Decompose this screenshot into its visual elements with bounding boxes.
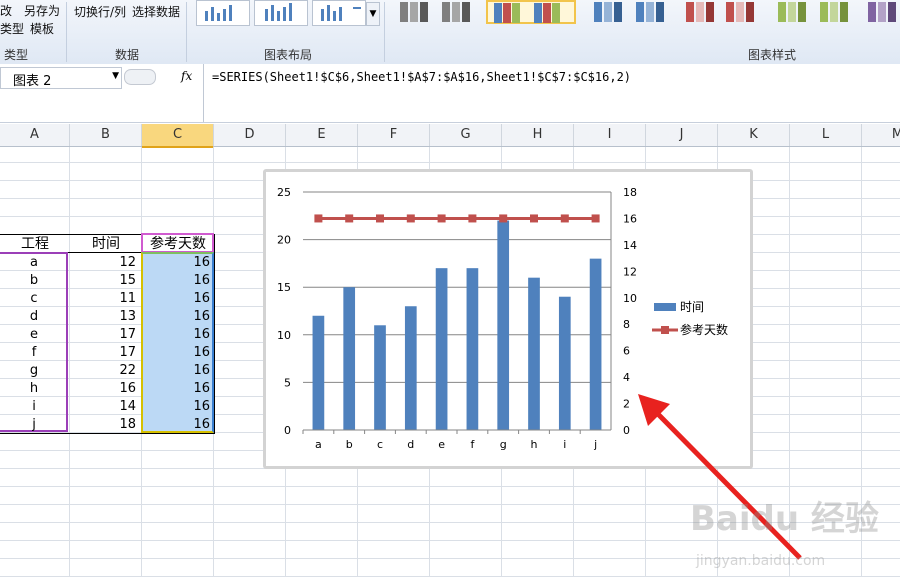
watermark-subtext: jingyan.baidu.com bbox=[695, 553, 825, 569]
watermark-text: Baidu 经验 bbox=[690, 499, 879, 539]
baidu-watermark: Baidu 经验 jingyan.baidu.com bbox=[690, 499, 879, 569]
overlay-layer: Baidu 经验 jingyan.baidu.com bbox=[638, 394, 879, 569]
